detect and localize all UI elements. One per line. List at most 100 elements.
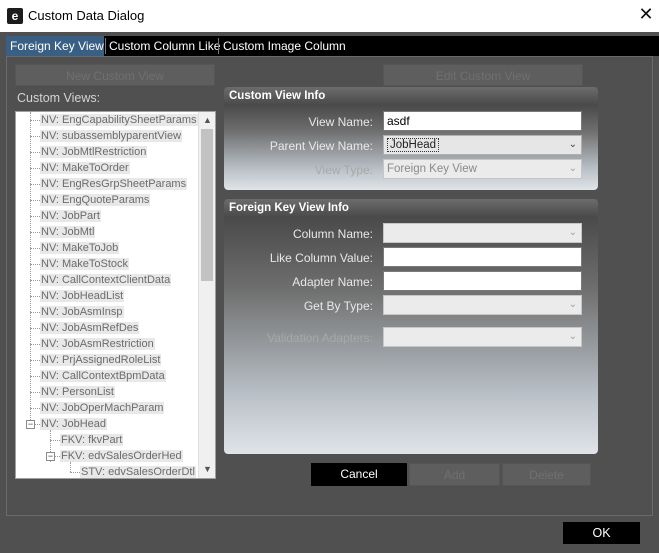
tree-item[interactable]: NV: JobAsmInsp [40, 304, 124, 320]
tree-item-label: NV: PrjAssignedRoleList [40, 354, 162, 366]
tab-foreign-key-view[interactable]: Foreign Key View [6, 36, 104, 56]
tree-item-label: NV: JobHeadList [40, 290, 125, 302]
view-name-field[interactable]: asdf [383, 111, 582, 131]
custom-views-label: Custom Views: [17, 91, 101, 105]
delete-button[interactable]: Delete [502, 463, 591, 486]
tree-item[interactable]: NV: PrjAssignedRoleList [40, 352, 162, 368]
tree-line [30, 312, 40, 313]
custom-views-tree[interactable]: NV: EngCapabilitySheetParams NV: subasse… [15, 111, 216, 479]
scrollbar-thumb[interactable] [201, 129, 213, 281]
custom-view-info-heading: Custom View Info [224, 87, 598, 105]
tree-line [30, 216, 40, 217]
tree-item[interactable]: NV: EngCapabilitySheetParams [40, 112, 198, 128]
parent-view-name-value: JobHead [387, 138, 440, 152]
tree-item-label: NV: EngResGrpSheetParams [40, 178, 188, 190]
tree-expander-icon[interactable]: − [46, 452, 55, 461]
tree-item-label: NV: JobPart [40, 210, 101, 222]
view-type-value: Foreign Key View [387, 163, 477, 175]
tree-item[interactable]: NV: CallContextClientData [40, 272, 172, 288]
tab-custom-image-column[interactable]: Custom Image Column [219, 36, 346, 56]
column-name-select[interactable]: ⌄ [383, 223, 582, 243]
tree-item[interactable]: NV: PersonList [40, 384, 115, 400]
tree-item[interactable]: NV: CallContextBpmData [40, 368, 166, 384]
tree-item-label: NV: CallContextBpmData [40, 370, 166, 382]
get-by-type-select[interactable]: ⌄ [383, 295, 582, 315]
tree-item[interactable]: NV: JobAsmRestriction [40, 336, 155, 352]
chevron-down-icon: ⌄ [568, 227, 577, 238]
tree-item-label: FKV: fkvPart [60, 434, 124, 446]
chevron-down-icon: ⌄ [568, 331, 577, 342]
tree-item-label: NV: JobAsmInsp [40, 306, 124, 318]
tree-item[interactable]: NV: EngQuoteParams [40, 192, 151, 208]
tree-line [30, 232, 40, 233]
ok-button[interactable]: OK [563, 522, 640, 544]
tree-item[interactable]: NV: JobMtlRestriction [40, 144, 148, 160]
app-logo-icon: e [7, 8, 23, 24]
like-column-value-field[interactable] [383, 247, 582, 267]
tree-line [30, 248, 40, 249]
tree-item-label: STV: edvSalesOrderDtl [80, 466, 196, 478]
adapter-name-label: Adapter Name: [292, 275, 373, 289]
tree-item[interactable]: NV: MakeToJob [40, 240, 120, 256]
tab-custom-column-like[interactable]: Custom Column Like [105, 36, 220, 56]
tree-item[interactable]: NV: JobPart [40, 208, 101, 224]
view-name-label: View Name: [308, 115, 373, 129]
get-by-type-label: Get By Type: [303, 299, 373, 313]
tree-item[interactable]: NV: JobHeadList [40, 288, 125, 304]
tree-item-label: NV: JobAsmRefDes [40, 322, 140, 334]
tree-item[interactable]: FKV: fkvPart [60, 432, 124, 448]
tree-item-label: FKV: edvSalesOrderHed [60, 450, 183, 462]
tree-line [30, 296, 40, 297]
scroll-up-icon[interactable]: ▲ [199, 112, 215, 129]
tree-content: NV: EngCapabilitySheetParams NV: subasse… [16, 112, 199, 478]
tree-item[interactable]: NV: EngResGrpSheetParams [40, 176, 188, 192]
tree-item[interactable]: STV: edvSalesOrderDtl [80, 464, 196, 478]
tree-item-label: NV: JobMtl [40, 226, 96, 238]
tree-item[interactable]: FKV: edvSalesOrderHed [60, 448, 183, 464]
tab-strip: Foreign Key View Custom Column Like Cust… [6, 36, 659, 56]
tree-line [30, 344, 40, 345]
tree-line [30, 120, 40, 121]
parent-view-name-label: Parent View Name: [269, 139, 373, 153]
tree-line [30, 112, 31, 428]
tree-line [30, 392, 40, 393]
tree-item-label: NV: JobAsmRestriction [40, 338, 155, 350]
tree-line [30, 408, 40, 409]
tree-item-label: NV: CallContextClientData [40, 274, 172, 286]
tree-item-label: NV: EngCapabilitySheetParams [40, 114, 198, 126]
tree-line [30, 136, 40, 137]
chevron-down-icon: ⌄ [568, 139, 577, 150]
tree-item[interactable]: NV: JobHead [40, 416, 108, 432]
adapter-name-field[interactable] [383, 271, 582, 291]
edit-custom-view-button[interactable]: Edit Custom View [383, 64, 583, 86]
add-button[interactable]: Add [409, 463, 500, 486]
scroll-down-icon[interactable]: ▼ [199, 461, 215, 478]
cancel-button[interactable]: Cancel [311, 463, 407, 486]
window-title: Custom Data Dialog [28, 8, 145, 23]
parent-view-name-select[interactable]: JobHead ⌄ [383, 135, 582, 155]
tree-line [30, 152, 40, 153]
tree-scrollbar[interactable]: ▲ ▼ [198, 112, 215, 478]
tree-item[interactable]: NV: MakeToStock [40, 256, 130, 272]
tree-line [70, 472, 80, 473]
validation-adapters-select[interactable]: ⌄ [383, 327, 582, 347]
tree-item[interactable]: NV: subassemblyparentView [40, 128, 183, 144]
tree-item[interactable]: NV: JobAsmRefDes [40, 320, 140, 336]
tree-item-label: NV: EngQuoteParams [40, 194, 151, 206]
tree-line [30, 168, 40, 169]
tree-expander-icon[interactable]: − [26, 420, 35, 429]
new-custom-view-button[interactable]: New Custom View [15, 64, 215, 86]
view-type-select[interactable]: Foreign Key View ⌄ [383, 159, 582, 179]
tree-item[interactable]: NV: MakeToOrder [40, 160, 130, 176]
close-icon[interactable]: ✕ [634, 3, 658, 27]
tree-item[interactable]: NV: JobMtl [40, 224, 96, 240]
tree-line [30, 200, 40, 201]
column-name-label: Column Name: [292, 227, 373, 241]
tree-item-label: NV: JobMtlRestriction [40, 146, 148, 158]
tree-item-label: NV: JobOperMachParam [40, 402, 165, 414]
tree-item-label: NV: subassemblyparentView [40, 130, 183, 142]
tree-line [30, 376, 40, 377]
tree-item[interactable]: NV: JobOperMachParam [40, 400, 165, 416]
validation-adapters-label: Validation Adapters: [267, 331, 373, 345]
tree-line [30, 280, 40, 281]
